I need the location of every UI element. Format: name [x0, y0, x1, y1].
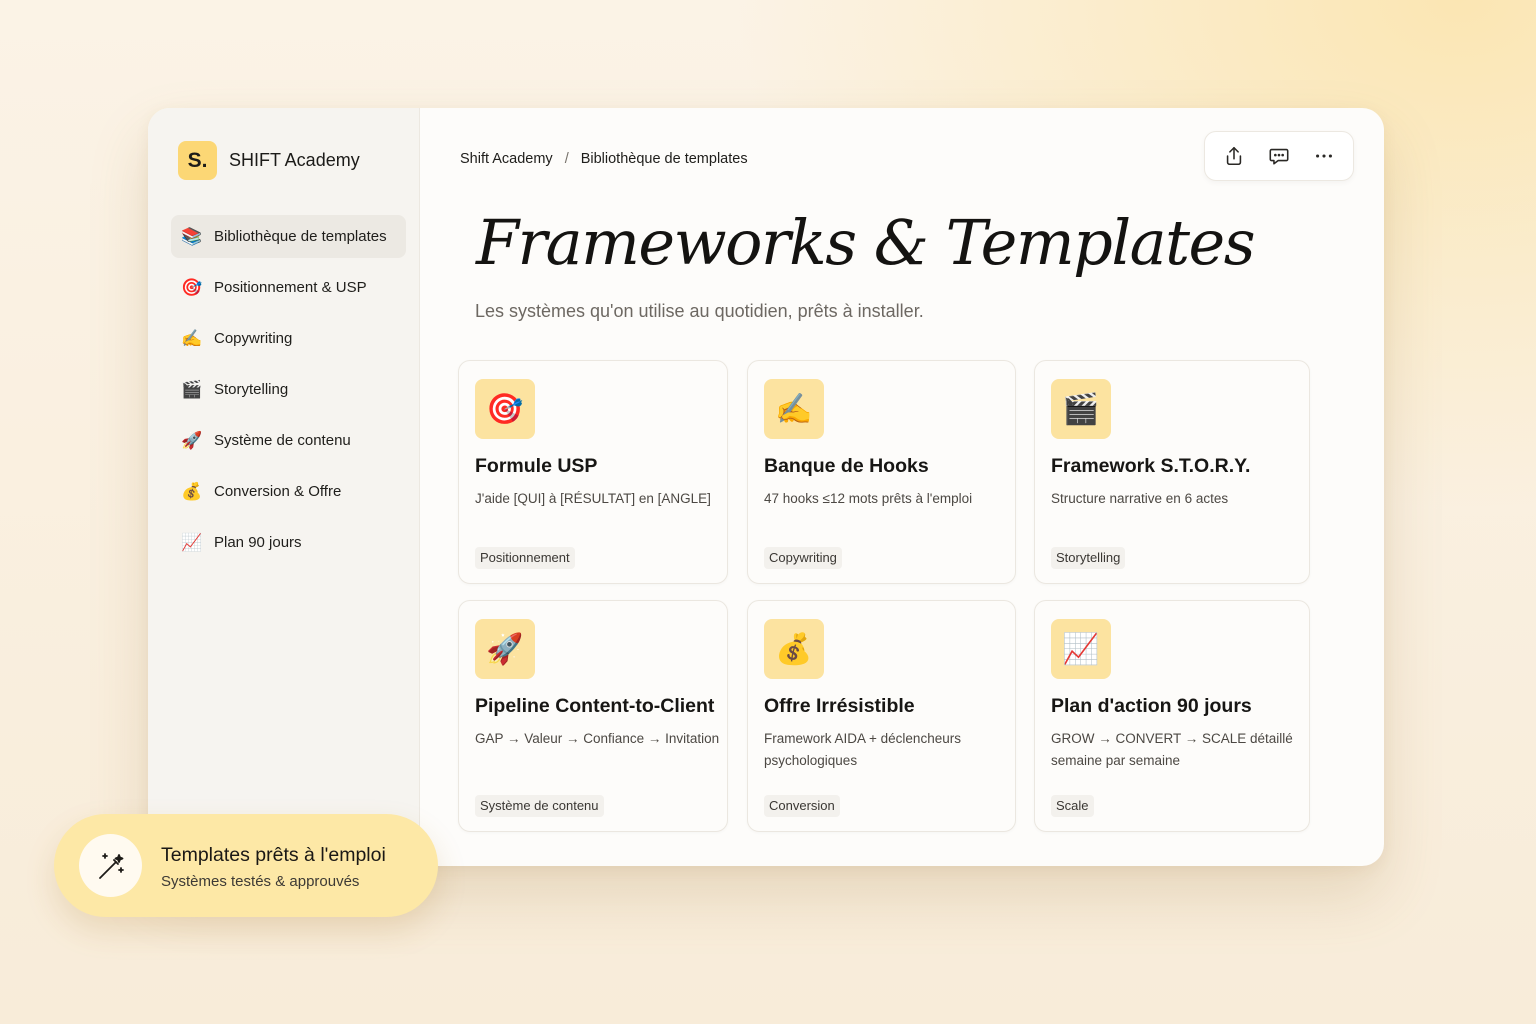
- chart-up-icon: 📈: [181, 532, 203, 552]
- comment-button[interactable]: [1261, 138, 1297, 174]
- card-description: J'aide [QUI] à [RÉSULTAT] en [ANGLE]: [475, 491, 711, 506]
- card-tag: Storytelling: [1051, 547, 1126, 569]
- rocket-icon: 🚀: [181, 430, 203, 450]
- card-tag: Conversion: [764, 795, 840, 817]
- sidebar-item-conversion[interactable]: 💰 Conversion & Offre: [171, 470, 406, 513]
- breadcrumb-current: Bibliothèque de templates: [580, 151, 748, 167]
- card-tag: Positionnement: [475, 547, 575, 569]
- card-title: Pipeline Content-to-Client: [475, 695, 715, 717]
- card-title: Framework S.T.O.R.Y.: [1051, 455, 1251, 477]
- page-title: Frameworks & Templates: [476, 206, 1256, 279]
- sidebar-item-label: Copywriting: [214, 330, 293, 347]
- sidebar-item-label: Système de contenu: [214, 432, 351, 449]
- books-icon: 📚: [181, 226, 203, 246]
- card-title: Formule USP: [475, 455, 598, 477]
- target-icon: 🎯: [181, 277, 203, 297]
- more-icon: [1316, 154, 1333, 158]
- sidebar-item-label: Bibliothèque de templates: [214, 228, 387, 245]
- template-card-hooks[interactable]: ✍️ Banque de Hooks 47 hooks ≤12 mots prê…: [747, 360, 1016, 584]
- template-card-story[interactable]: 🎬 Framework S.T.O.R.Y. Structure narrati…: [1034, 360, 1310, 584]
- card-tag: Scale: [1051, 795, 1094, 817]
- card-tag: Copywriting: [764, 547, 842, 569]
- template-card-offre[interactable]: 💰 Offre Irrésistible Framework AIDA + dé…: [747, 600, 1016, 832]
- brand[interactable]: S. SHIFT Academy: [178, 141, 360, 180]
- rocket-icon: 🚀: [475, 619, 535, 679]
- card-description: Structure narrative en 6 actes: [1051, 491, 1229, 506]
- toast-subtitle: Systèmes testés & approuvés: [161, 873, 360, 890]
- more-button[interactable]: [1306, 138, 1342, 174]
- breadcrumb-separator: /: [564, 151, 569, 167]
- card-description: 47 hooks ≤12 mots prêts à l'emploi: [764, 491, 973, 506]
- writing-hand-icon: ✍️: [181, 328, 203, 348]
- clapper-board-icon: 🎬: [181, 379, 203, 399]
- template-card-pipeline[interactable]: 🚀 Pipeline Content-to-Client GAP → Valeu…: [458, 600, 728, 832]
- breadcrumb-root[interactable]: Shift Academy: [460, 151, 553, 167]
- sidebar-item-label: Storytelling: [214, 381, 289, 398]
- sidebar-item-systeme-contenu[interactable]: 🚀 Système de contenu: [171, 419, 406, 462]
- card-title: Offre Irrésistible: [764, 695, 915, 717]
- toolbar: [1204, 131, 1354, 181]
- clapper-board-icon: 🎬: [1051, 379, 1111, 439]
- sidebar-nav: 📚 Bibliothèque de templates 🎯 Positionne…: [171, 215, 406, 572]
- card-description: GAP → Valeur → Confiance → Invitation: [475, 731, 720, 746]
- main-content: Shift Academy / Bibliothèque de template…: [419, 108, 1384, 866]
- chart-up-icon: 📈: [1051, 619, 1111, 679]
- money-bag-icon: 💰: [181, 481, 203, 501]
- sidebar-item-storytelling[interactable]: 🎬 Storytelling: [171, 368, 406, 411]
- money-bag-icon: 💰: [764, 619, 824, 679]
- sidebar-item-copywriting[interactable]: ✍️ Copywriting: [171, 317, 406, 360]
- sidebar-item-label: Conversion & Offre: [214, 483, 342, 500]
- comment-icon: [1269, 148, 1289, 165]
- share-button[interactable]: [1216, 138, 1252, 174]
- target-icon: 🎯: [475, 379, 535, 439]
- magic-wand-icon: [79, 834, 142, 897]
- sidebar-item-label: Positionnement & USP: [214, 279, 367, 296]
- share-icon: [1226, 146, 1241, 166]
- sidebar: S. SHIFT Academy 📚 Bibliothèque de templ…: [148, 108, 420, 866]
- card-description: Framework AIDA + déclencheurs psychologi…: [764, 731, 961, 768]
- template-card-usp[interactable]: 🎯 Formule USP J'aide [QUI] à [RÉSULTAT] …: [458, 360, 728, 584]
- sidebar-item-label: Plan 90 jours: [214, 534, 302, 551]
- brand-logo: S.: [178, 141, 217, 180]
- card-tag: Système de contenu: [475, 795, 604, 817]
- writing-hand-icon: ✍️: [764, 379, 824, 439]
- templates-toast: Templates prêts à l'emploi Systèmes test…: [54, 814, 438, 917]
- page-subtitle: Les systèmes qu'on utilise au quotidien,…: [475, 301, 924, 321]
- toast-title: Templates prêts à l'emploi: [161, 844, 386, 866]
- card-title: Banque de Hooks: [764, 455, 929, 477]
- breadcrumb: Shift Academy / Bibliothèque de template…: [460, 151, 748, 167]
- sidebar-item-templates[interactable]: 📚 Bibliothèque de templates: [171, 215, 406, 258]
- app-window: S. SHIFT Academy 📚 Bibliothèque de templ…: [148, 108, 1384, 866]
- template-card-plan[interactable]: 📈 Plan d'action 90 jours GROW → CONVERT …: [1034, 600, 1310, 832]
- sidebar-item-plan-90[interactable]: 📈 Plan 90 jours: [171, 521, 406, 564]
- sidebar-item-positionnement[interactable]: 🎯 Positionnement & USP: [171, 266, 406, 309]
- card-title: Plan d'action 90 jours: [1051, 695, 1252, 717]
- brand-name: SHIFT Academy: [229, 150, 360, 170]
- card-description: GROW → CONVERT → SCALE détaillé semaine …: [1051, 731, 1293, 768]
